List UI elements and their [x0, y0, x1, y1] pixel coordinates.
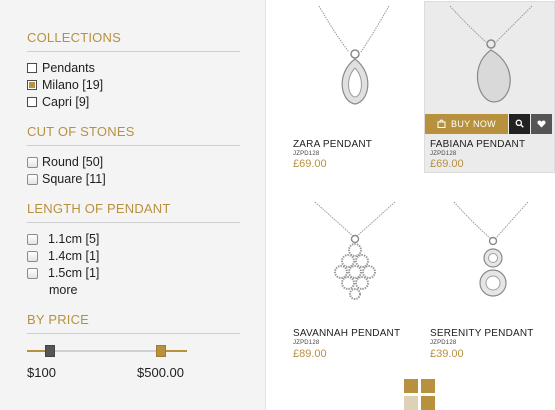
checkbox[interactable]: [27, 250, 38, 262]
collections-heading: COLLECTIONS: [27, 30, 121, 45]
buy-now-label: BUY NOW: [451, 119, 496, 129]
product-code: JZPD128: [293, 151, 320, 157]
option-label: Milano [19]: [42, 78, 104, 92]
cut-of-stones-heading: CUT OF STONES: [27, 124, 135, 139]
checkbox[interactable]: [27, 97, 37, 107]
filter-option-capri[interactable]: Capri [9]: [27, 95, 89, 109]
divider: [27, 51, 240, 52]
length-of-pendant-heading: LENGTH OF PENDANT: [27, 201, 171, 216]
price-min-label: $100: [27, 365, 56, 380]
filter-option-1-5cm[interactable]: 1.5cm [1]: [27, 266, 99, 280]
product-code: JZPD128: [430, 151, 457, 157]
price-slider-min-handle[interactable]: [45, 345, 55, 357]
product-name[interactable]: FABIANA PENDANT: [430, 139, 525, 150]
option-label: Capri [9]: [42, 95, 90, 109]
option-label: Round [50]: [42, 155, 104, 169]
by-price-heading: BY PRICE: [27, 312, 90, 327]
checkbox[interactable]: [27, 233, 38, 245]
divider: [27, 333, 240, 334]
product-price: £69.00: [430, 158, 464, 170]
filter-option-milano[interactable]: Milano [19]: [27, 78, 103, 92]
wishlist-button[interactable]: [531, 114, 552, 134]
option-label: 1.5cm [1]: [48, 266, 100, 280]
buy-now-button[interactable]: BUY NOW: [425, 114, 508, 134]
magnifier-icon: [515, 115, 524, 133]
divider: [27, 145, 240, 146]
price-slider-left-segment: [27, 350, 47, 352]
more-link[interactable]: more: [49, 283, 77, 297]
product-image-serenity[interactable]: [440, 198, 550, 308]
quick-view-button[interactable]: [509, 114, 530, 134]
filter-option-1-4cm[interactable]: 1.4cm [1]: [27, 249, 99, 263]
product-code: JZPD128: [430, 340, 457, 346]
product-image-fabiana[interactable]: [440, 4, 550, 109]
grid-view-icon[interactable]: [404, 379, 436, 410]
checkbox[interactable]: [27, 156, 38, 168]
filter-option-1-1cm[interactable]: 1.1cm [5]: [27, 232, 99, 246]
price-max-label: $500.00: [137, 365, 184, 380]
option-label: 1.1cm [5]: [48, 232, 100, 246]
option-label: Pendants: [42, 61, 95, 75]
checkbox-checked[interactable]: [27, 80, 37, 90]
checkbox[interactable]: [27, 173, 38, 185]
filter-sidebar: COLLECTIONS Pendants Milano [19] Capri […: [0, 0, 266, 410]
product-price: £39.00: [430, 348, 464, 360]
product-image-zara[interactable]: [305, 4, 415, 109]
product-name[interactable]: SAVANNAH PENDANT: [293, 328, 400, 339]
price-slider-max-handle[interactable]: [156, 345, 166, 357]
option-label: Square [11]: [42, 172, 106, 186]
product-image-savannah[interactable]: [305, 198, 415, 308]
heart-icon: [537, 115, 546, 133]
price-slider-right-segment: [164, 350, 187, 352]
divider: [27, 222, 240, 223]
product-name[interactable]: ZARA PENDANT: [293, 139, 372, 150]
product-price: £89.00: [293, 348, 327, 360]
checkbox[interactable]: [27, 267, 38, 279]
checkbox[interactable]: [27, 63, 37, 73]
filter-option-round[interactable]: Round [50]: [27, 155, 103, 169]
filter-option-square[interactable]: Square [11]: [27, 172, 106, 186]
filter-option-pendants[interactable]: Pendants: [27, 61, 95, 75]
option-label: 1.4cm [1]: [48, 249, 100, 263]
product-price: £69.00: [293, 158, 327, 170]
product-name[interactable]: SERENITY PENDANT: [430, 328, 534, 339]
shopping-bag-icon: [437, 119, 446, 130]
product-code: JZPD128: [293, 340, 320, 346]
